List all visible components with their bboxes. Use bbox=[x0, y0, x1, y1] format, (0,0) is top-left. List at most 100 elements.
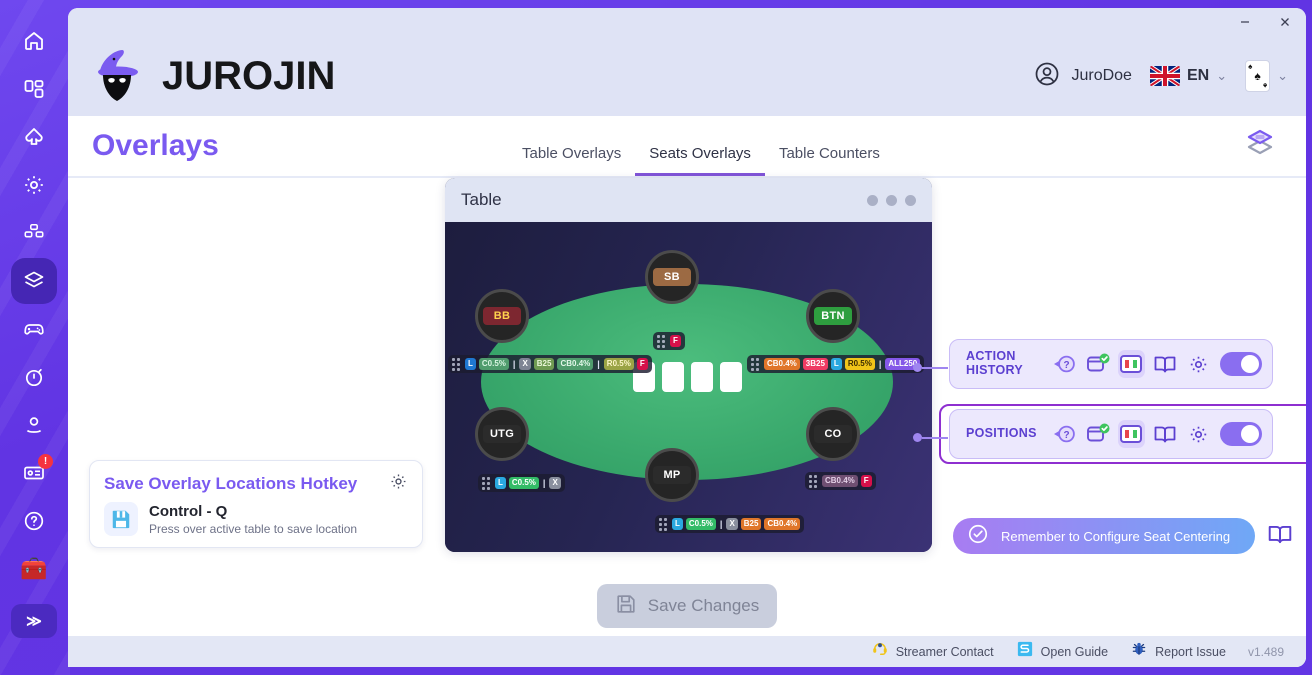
color-swatch-icon[interactable] bbox=[1117, 420, 1145, 448]
overlay-tag: X bbox=[549, 477, 561, 489]
brand-name: JUROJIN bbox=[162, 54, 336, 98]
overlay-tag: L bbox=[830, 358, 842, 370]
sidebar-item-treasure[interactable]: 🧰 bbox=[11, 546, 57, 592]
gear-icon[interactable] bbox=[1184, 420, 1211, 448]
gear-icon[interactable] bbox=[1184, 350, 1211, 378]
overlay-utg-action-history[interactable]: L C0.5% | X bbox=[478, 474, 565, 492]
sidebar-item-dashboard[interactable] bbox=[11, 66, 57, 112]
footer-open-guide[interactable]: Open Guide bbox=[1016, 640, 1108, 663]
seat-label: BB bbox=[483, 307, 521, 325]
question-circle-icon bbox=[22, 509, 46, 533]
overlay-tag: B25 bbox=[740, 518, 762, 530]
overlay-tag: C0.5% bbox=[685, 518, 716, 530]
panel-positions: POSITIONS ? bbox=[949, 409, 1273, 459]
user-menu[interactable]: JuroDoe bbox=[1033, 60, 1132, 93]
seat-label: MP bbox=[653, 466, 691, 484]
page-header: Overlays Table Overlays Seats Overlays T… bbox=[68, 116, 1306, 176]
sidebar-item-profile[interactable] bbox=[11, 402, 57, 448]
overlay-co-action-history[interactable]: CB0.4% F bbox=[805, 472, 876, 490]
home-icon bbox=[22, 29, 46, 53]
overlay-btn-action-history[interactable]: CB0.4% 3B25 L R0.5% | ALL250 bbox=[747, 355, 925, 373]
sidebar-item-overlays[interactable] bbox=[11, 258, 57, 304]
table-preview-title: Table bbox=[461, 190, 502, 209]
jurojin-hat-beard-logo-icon bbox=[92, 47, 154, 106]
sidebar: ! 🧰 ≫ bbox=[0, 0, 68, 675]
tab-seats-overlays[interactable]: Seats Overlays bbox=[635, 145, 765, 176]
header-controls: JuroDoe EN ⌄ ♠ ♠ ♠ ⌄ bbox=[1033, 60, 1288, 93]
close-button[interactable] bbox=[1274, 12, 1296, 32]
drag-handle-icon[interactable] bbox=[659, 518, 668, 531]
hotkey-settings-gear-icon[interactable] bbox=[389, 472, 408, 496]
tab-bar: Table Overlays Seats Overlays Table Coun… bbox=[508, 116, 894, 176]
overlay-tag: R0.5% bbox=[603, 358, 634, 370]
overlay-separator: | bbox=[512, 359, 516, 369]
language-code: EN bbox=[1186, 67, 1210, 84]
sidebar-item-gamepad[interactable] bbox=[11, 306, 57, 352]
book-icon[interactable] bbox=[1151, 420, 1178, 448]
connector-line bbox=[922, 366, 948, 369]
sidebar-item-help[interactable] bbox=[11, 498, 57, 544]
community-card bbox=[662, 362, 684, 392]
community-card bbox=[691, 362, 713, 392]
layers-view-button[interactable] bbox=[1238, 124, 1282, 168]
question-tooltip-icon[interactable]: ? bbox=[1051, 350, 1078, 378]
seat-centering-reminder[interactable]: Remember to Configure Seat Centering bbox=[953, 518, 1255, 554]
drag-handle-icon[interactable] bbox=[809, 475, 818, 488]
seat-btn[interactable]: BTN bbox=[806, 289, 860, 343]
sidebar-item-home[interactable] bbox=[11, 18, 57, 64]
save-changes-button[interactable]: Save Changes bbox=[597, 584, 777, 628]
overlay-tag: C0.5% bbox=[478, 358, 509, 370]
seat-label: BTN bbox=[814, 307, 852, 325]
overlay-tag: X bbox=[519, 358, 531, 370]
book-icon[interactable] bbox=[1151, 350, 1178, 378]
overlay-tag: C0.5% bbox=[508, 477, 539, 489]
drag-handle-icon[interactable] bbox=[482, 477, 491, 490]
hotkey-card-title: Save Overlay Locations Hotkey bbox=[104, 474, 358, 493]
overlay-tag: CB0.4% bbox=[822, 475, 858, 487]
panel-toggle[interactable] bbox=[1219, 422, 1262, 446]
reminder-book-icon[interactable] bbox=[1267, 522, 1293, 551]
tab-table-counters[interactable]: Table Counters bbox=[765, 145, 894, 176]
seat-co[interactable]: CO bbox=[806, 407, 860, 461]
sidebar-item-settings[interactable] bbox=[11, 162, 57, 208]
color-swatch-icon[interactable] bbox=[1117, 350, 1145, 378]
svg-text:?: ? bbox=[1064, 430, 1070, 441]
license-alert-badge: ! bbox=[38, 454, 53, 469]
overlay-bb-action-history[interactable]: L C0.5% | X B25 CB0.4% | R0.5% F bbox=[448, 355, 652, 373]
question-tooltip-icon[interactable]: ? bbox=[1051, 420, 1078, 448]
floppy-disk-icon bbox=[615, 593, 637, 620]
overlay-mp-action-history[interactable]: L C0.5% | X B25 CB0.4% bbox=[655, 515, 805, 533]
community-card bbox=[720, 362, 742, 392]
footer-streamer-contact[interactable]: Streamer Contact bbox=[871, 640, 994, 663]
sidebar-item-license[interactable]: ! bbox=[11, 450, 57, 496]
panel-toggle[interactable] bbox=[1219, 352, 1262, 376]
seat-sb[interactable]: SB bbox=[645, 250, 699, 304]
card-check-icon[interactable] bbox=[1084, 350, 1111, 378]
minimize-button[interactable] bbox=[1234, 12, 1256, 32]
seat-utg[interactable]: UTG bbox=[475, 407, 529, 461]
overlay-tag: X bbox=[726, 518, 738, 530]
overlay-sb-action-history[interactable]: F bbox=[653, 332, 685, 350]
main-content: Table SB BB BTN UTG CO MP L C0.5% | X B2… bbox=[68, 178, 1306, 667]
footer-report-issue[interactable]: Report Issue bbox=[1130, 640, 1226, 663]
card-check-icon[interactable] bbox=[1084, 420, 1111, 448]
sidebar-item-hud[interactable] bbox=[11, 210, 57, 256]
language-selector[interactable]: EN ⌄ bbox=[1149, 66, 1227, 86]
footer-label: Streamer Contact bbox=[895, 644, 994, 659]
seat-bb[interactable]: BB bbox=[475, 289, 529, 343]
seat-mp[interactable]: MP bbox=[645, 448, 699, 502]
user-circle-icon bbox=[1033, 60, 1061, 93]
hud-layout-icon bbox=[23, 222, 45, 244]
sidebar-item-spade[interactable] bbox=[11, 114, 57, 160]
bug-icon bbox=[1130, 640, 1148, 663]
drag-handle-icon[interactable] bbox=[452, 358, 461, 371]
card-theme-selector[interactable]: ♠ ♠ ♠ ⌄ bbox=[1245, 60, 1288, 92]
sidebar-item-timer[interactable] bbox=[11, 354, 57, 400]
sidebar-expand-button[interactable]: ≫ bbox=[11, 604, 57, 638]
application-root: ! 🧰 ≫ JUROJIN JuroDoe EN ⌄ ♠ ♠ ♠ ⌄ Overl… bbox=[0, 0, 1312, 675]
tab-table-overlays[interactable]: Table Overlays bbox=[508, 145, 635, 176]
drag-handle-icon[interactable] bbox=[751, 358, 760, 371]
drag-handle-icon[interactable] bbox=[657, 335, 666, 348]
save-overlay-hotkey-card: Save Overlay Locations Hotkey Control - … bbox=[89, 460, 423, 548]
footer-label: Open Guide bbox=[1040, 644, 1109, 659]
